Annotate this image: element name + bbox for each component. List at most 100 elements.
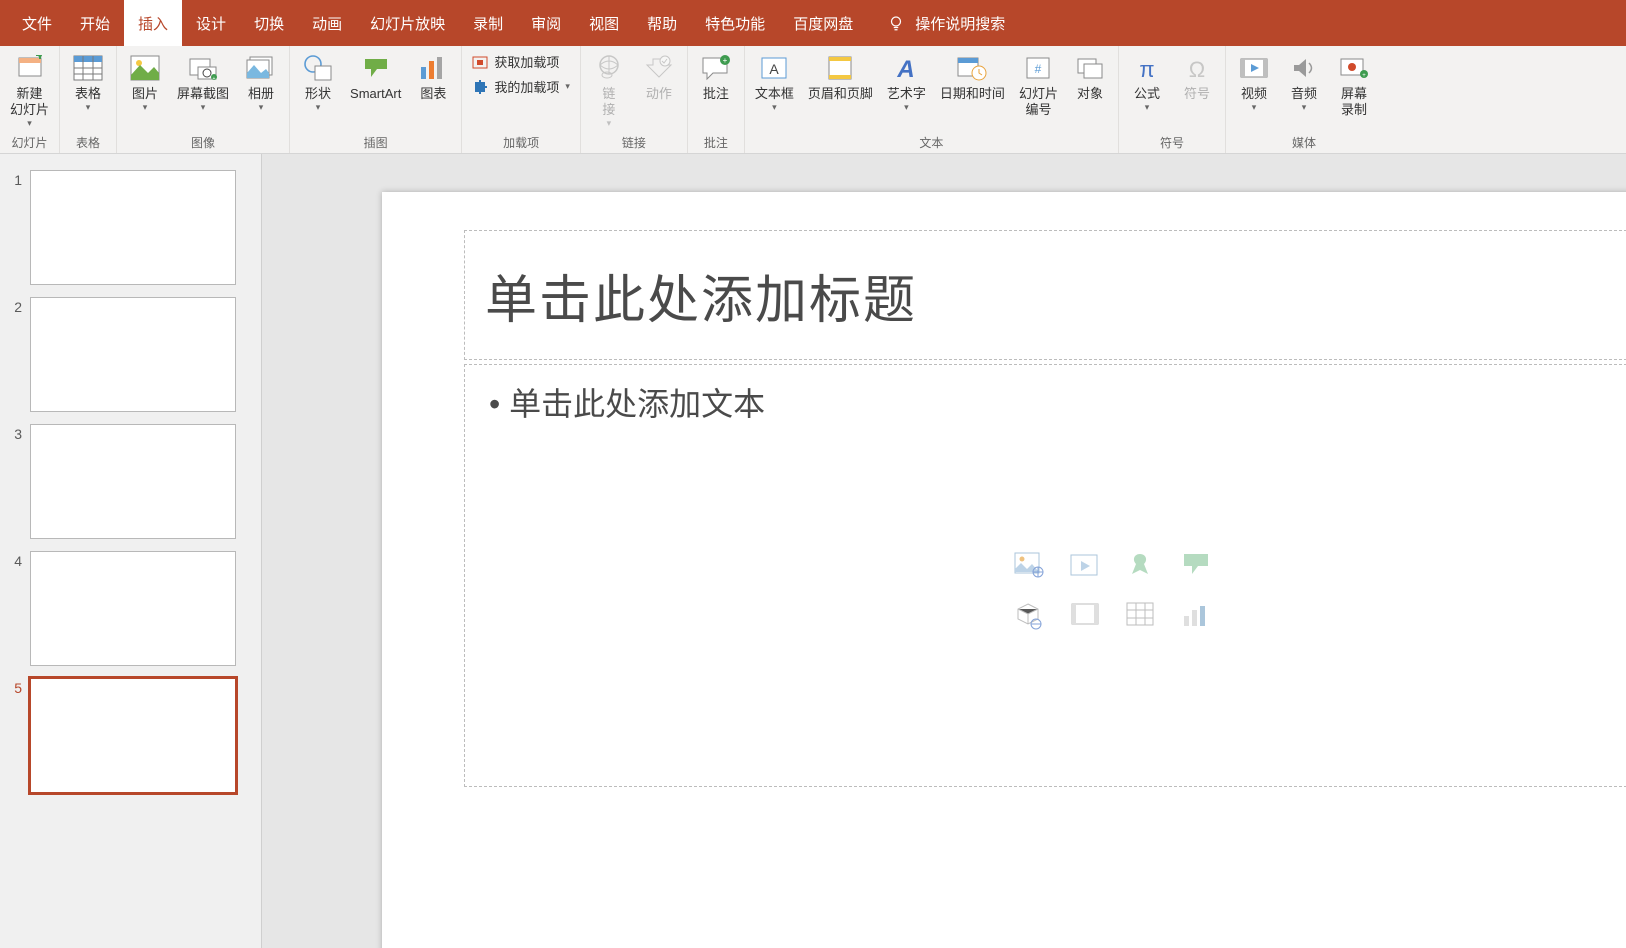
tab-transitions[interactable]: 切换 [240,0,298,46]
album-icon [245,52,277,84]
shapes-button[interactable]: 形状 ▾ [294,48,342,113]
workspace: 1 2 3 4 5 单击此处添加标题 • 单击此处添加文本 [0,154,1626,948]
datetime-button[interactable]: 日期和时间 [934,48,1011,102]
title-placeholder[interactable]: 单击此处添加标题 [464,230,1626,360]
slide-thumbnail[interactable] [30,170,236,285]
content-placeholder[interactable]: • 单击此处添加文本 [464,364,1626,787]
comment-button[interactable]: + 批注 [692,48,740,102]
thumb-row-2[interactable]: 2 [0,291,261,418]
symbol-button: Ω 符号 [1173,48,1221,102]
tab-record[interactable]: 录制 [459,0,517,46]
wordart-button[interactable]: A 艺术字 ▾ [881,48,932,113]
video-icon [1238,52,1270,84]
smartart-icon [360,52,392,84]
my-addins-button[interactable]: 我的加载项 ▾ [472,77,570,96]
svg-text:+: + [1362,73,1366,79]
slide-editor-area[interactable]: 单击此处添加标题 • 单击此处添加文本 单击此处添加备注 [262,154,1626,948]
tab-design[interactable]: 设计 [182,0,240,46]
get-addins-label: 获取加载项 [494,52,559,71]
pictures-button[interactable]: 图片 ▾ [121,48,169,113]
group-comments-label: 批注 [692,134,740,153]
insert-picture-icon[interactable] [1070,552,1100,578]
chevron-down-icon: ▾ [316,102,321,113]
title-placeholder-text: 单击此处添加标题 [485,258,917,333]
textbox-button[interactable]: A 文本框 ▾ [749,48,800,113]
thumb-row-1[interactable]: 1 [0,164,261,291]
chevron-down-icon: ▾ [259,102,264,113]
slide-thumbnail[interactable] [30,551,236,666]
slide-thumbnail[interactable] [30,424,236,539]
insert-smartart-icon[interactable] [1182,552,1212,578]
video-button[interactable]: 视频 ▾ [1230,48,1278,113]
thumb-number: 1 [4,170,22,188]
tell-me-search[interactable]: 操作说明搜索 [887,0,1005,46]
link-button: 链 接 ▾ [585,48,633,129]
tab-insert[interactable]: 插入 [124,0,182,46]
group-illustrations-label: 插图 [294,134,457,153]
chevron-down-icon: ▾ [1252,102,1257,113]
insert-table-icon[interactable] [1126,602,1156,628]
screen-recording-icon: + [1338,52,1370,84]
wordart-icon: A [890,52,922,84]
chart-label: 图表 [420,86,446,102]
slide-number-button[interactable]: # 幻灯片 编号 [1013,48,1064,118]
insert-online-picture-icon[interactable] [1014,552,1044,578]
screenshot-label: 屏幕截图 [177,86,229,102]
object-label: 对象 [1077,86,1103,102]
my-addins-label: 我的加载项 [494,77,559,96]
screenshot-icon: + [187,52,219,84]
slide-thumbnail[interactable] [30,297,236,412]
tab-slideshow[interactable]: 幻灯片放映 [356,0,459,46]
wordart-label: 艺术字 [887,86,926,102]
smartart-button[interactable]: SmartArt [344,48,407,102]
screen-recording-button[interactable]: + 屏幕 录制 [1330,48,1378,118]
insert-video-icon[interactable] [1070,602,1100,628]
tab-animations[interactable]: 动画 [298,0,356,46]
thumb-row-4[interactable]: 4 [0,545,261,672]
audio-button[interactable]: 音频 ▾ [1280,48,1328,113]
object-button[interactable]: 对象 [1066,48,1114,102]
textbox-icon: A [758,52,790,84]
chart-button[interactable]: 图表 [409,48,457,102]
tell-me-label: 操作说明搜索 [915,13,1005,34]
insert-3dmodel-icon[interactable] [1014,602,1044,628]
group-links: 链 接 ▾ 动作 链接 [581,46,688,153]
chevron-down-icon: ▾ [607,118,612,129]
smartart-label: SmartArt [350,86,401,102]
content-insert-icons [1014,552,1222,642]
slide-number-label: 幻灯片 编号 [1019,86,1058,118]
tab-help[interactable]: 帮助 [633,0,691,46]
insert-icon-icon[interactable] [1126,552,1156,578]
equation-button[interactable]: π 公式 ▾ [1123,48,1171,113]
new-slide-button[interactable]: 新建 幻灯片 ▾ [4,48,55,129]
thumb-row-3[interactable]: 3 [0,418,261,545]
textbox-label: 文本框 [755,86,794,102]
tab-special[interactable]: 特色功能 [691,0,779,46]
tables-label: 表格 [75,86,101,102]
tab-view[interactable]: 视图 [575,0,633,46]
symbol-label: 符号 [1184,86,1210,102]
slide-thumbnail[interactable] [30,678,236,793]
get-addins-button[interactable]: 获取加载项 [472,52,570,71]
slide-canvas[interactable]: 单击此处添加标题 • 单击此处添加文本 [382,192,1626,948]
picture-icon [129,52,161,84]
comment-label: 批注 [703,86,729,102]
tables-button[interactable]: 表格 ▾ [64,48,112,113]
chevron-down-icon: ▾ [1145,102,1150,113]
album-button[interactable]: 相册 ▾ [237,48,285,113]
tab-home[interactable]: 开始 [66,0,124,46]
group-comments: + 批注 批注 [688,46,745,153]
thumb-row-5[interactable]: 5 [0,672,261,799]
thumbnail-panel[interactable]: 1 2 3 4 5 [0,154,262,948]
insert-chart-icon[interactable] [1182,602,1212,628]
screenshot-button[interactable]: + 屏幕截图 ▾ [171,48,235,113]
header-footer-button[interactable]: 页眉和页脚 [802,48,879,102]
new-slide-label: 新建 幻灯片 [10,86,49,118]
tab-review[interactable]: 审阅 [517,0,575,46]
tab-file[interactable]: 文件 [8,0,66,46]
tab-baidu[interactable]: 百度网盘 [779,0,867,46]
group-images-label: 图像 [121,134,285,153]
ribbon: 新建 幻灯片 ▾ 幻灯片 表格 ▾ 表格 图片 ▾ [0,46,1626,154]
thumb-number: 2 [4,297,22,315]
action-icon [643,52,675,84]
